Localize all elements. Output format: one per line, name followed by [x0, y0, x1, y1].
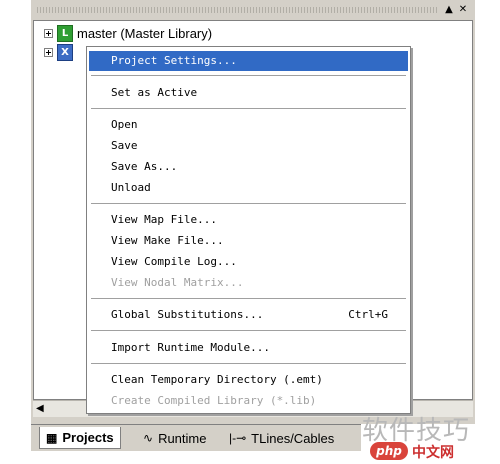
tab-label: TLines/Cables — [251, 430, 335, 446]
panel-tabs: ▦ Projects ∿ Runtime |-⊸ TLines/Cables — [31, 424, 361, 451]
tree-item-label[interactable]: master (Master Library) — [77, 26, 212, 41]
menu-item-global-substitutions[interactable]: Global Substitutions... Ctrl+G — [89, 305, 408, 325]
watermark-badge: php — [370, 442, 408, 460]
close-button[interactable]: ✕ — [457, 3, 469, 16]
watermark: 软件技巧 php 中文网 — [362, 410, 500, 464]
project-icon: X — [57, 43, 73, 61]
menu-item-label: Unload — [111, 181, 151, 194]
menu-item-label: Import Runtime Module... — [111, 341, 270, 354]
menu-item-label: Clean Temporary Directory (.emt) — [111, 373, 323, 386]
menu-item-import-runtime-module[interactable]: Import Runtime Module... — [89, 338, 408, 358]
context-menu: Project Settings... Set as Active Open S… — [86, 46, 411, 414]
watermark-site: 中文网 — [412, 445, 454, 461]
tree-item-master[interactable]: L master (Master Library) — [44, 23, 212, 43]
library-icon: L — [57, 24, 73, 42]
menu-item-save-as[interactable]: Save As... — [89, 157, 408, 177]
menu-item-label: Save — [111, 139, 138, 152]
menu-item-label: View Map File... — [111, 213, 217, 226]
projects-icon: ▦ — [46, 430, 58, 445]
tab-tlines-cables[interactable]: |-⊸ TLines/Cables — [229, 427, 334, 449]
menu-item-save[interactable]: Save — [89, 136, 408, 156]
tree-item-project[interactable]: X — [44, 42, 77, 62]
panel-titlebar[interactable]: ▲ ✕ — [31, 0, 475, 20]
tab-label: Projects — [62, 430, 114, 445]
pin-button[interactable]: ▲ — [443, 3, 455, 16]
menu-item-view-nodal-matrix: View Nodal Matrix... — [89, 273, 408, 293]
menu-item-label: View Compile Log... — [111, 255, 237, 268]
menu-separator — [91, 298, 406, 300]
expand-icon[interactable] — [44, 28, 53, 38]
menu-item-project-settings[interactable]: Project Settings... — [89, 51, 408, 71]
menu-item-create-compiled-library: Create Compiled Library (*.lib) — [89, 391, 408, 411]
tab-label: Runtime — [158, 430, 207, 446]
menu-item-label: View Make File... — [111, 234, 224, 247]
menu-item-label: Open — [111, 118, 138, 131]
menu-item-label: Create Compiled Library (*.lib) — [111, 394, 317, 407]
menu-item-clean-temporary-directory[interactable]: Clean Temporary Directory (.emt) — [89, 370, 408, 390]
runtime-icon: ∿ — [143, 431, 154, 445]
menu-separator — [91, 330, 406, 332]
menu-item-open[interactable]: Open — [89, 115, 408, 135]
tab-runtime[interactable]: ∿ Runtime — [143, 427, 206, 449]
menu-item-view-map-file[interactable]: View Map File... — [89, 210, 408, 230]
menu-separator — [91, 363, 406, 365]
menu-item-view-make-file[interactable]: View Make File... — [89, 231, 408, 251]
menu-item-label: Set as Active — [111, 86, 198, 99]
menu-separator — [91, 75, 406, 77]
drag-grip[interactable] — [37, 7, 437, 13]
menu-item-view-compile-log[interactable]: View Compile Log... — [89, 252, 408, 272]
menu-separator — [91, 108, 406, 110]
scroll-left-icon[interactable]: ◀ — [36, 403, 44, 414]
menu-item-set-as-active[interactable]: Set as Active — [89, 83, 408, 103]
menu-item-label: Global Substitutions... — [111, 308, 264, 321]
menu-item-label: Save As... — [111, 160, 178, 173]
menu-item-label: View Nodal Matrix... — [111, 276, 244, 289]
menu-separator — [91, 203, 406, 205]
menu-item-unload[interactable]: Unload — [89, 178, 408, 198]
menu-item-shortcut: Ctrl+G — [348, 308, 388, 321]
menu-item-label: Project Settings... — [111, 54, 237, 67]
tlines-icon: |-⊸ — [229, 431, 247, 445]
tab-projects[interactable]: ▦ Projects — [39, 427, 121, 449]
expand-icon[interactable] — [44, 47, 53, 57]
